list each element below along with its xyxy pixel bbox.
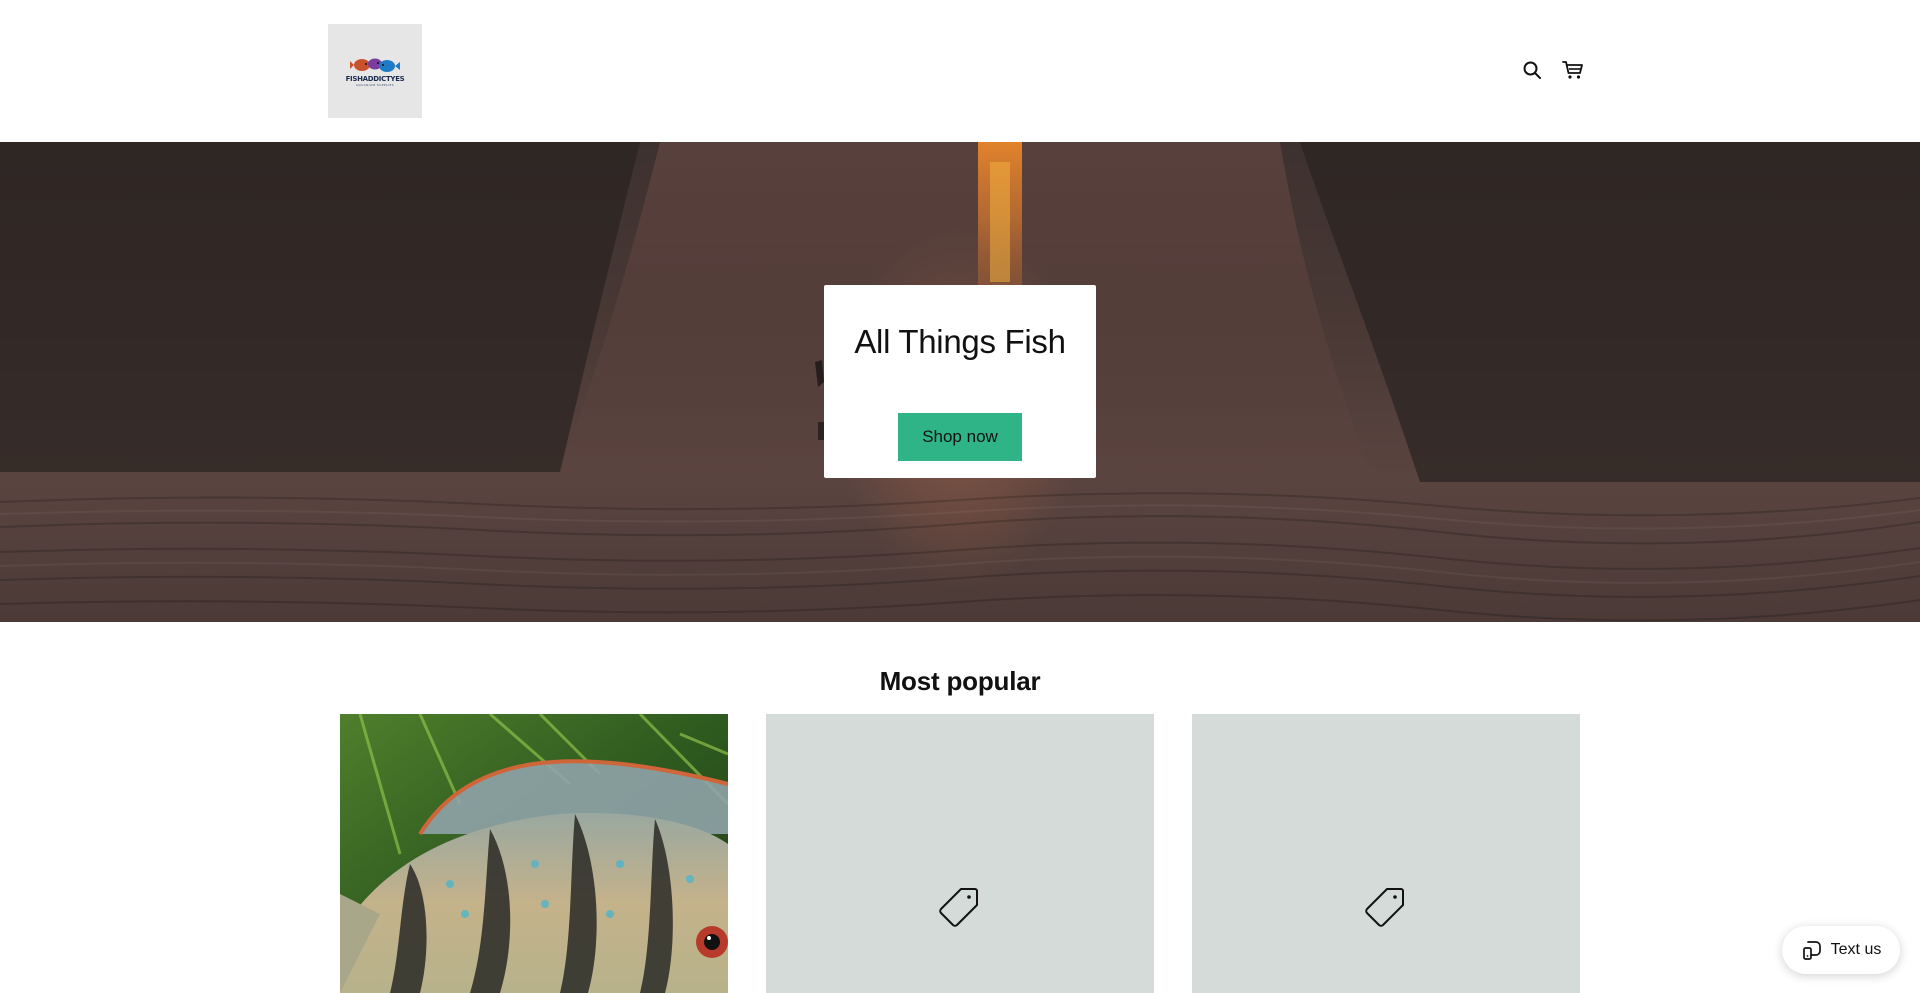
logo-fish-icon	[350, 58, 400, 72]
tag-icon	[939, 888, 978, 927]
search-icon	[1523, 61, 1541, 79]
cart-button[interactable]	[1560, 57, 1586, 83]
product-card-3[interactable]	[1192, 714, 1580, 993]
search-button[interactable]	[1519, 57, 1545, 83]
site-header: FISHADDICTYES AQUARIUM SUPPLIES	[0, 0, 1920, 142]
shop-now-button[interactable]: Shop now	[898, 413, 1022, 462]
tag-icon	[1365, 888, 1404, 927]
logo-mark: FISHADDICTYES AQUARIUM SUPPLIES	[346, 56, 405, 87]
store-logo[interactable]: FISHADDICTYES AQUARIUM SUPPLIES	[328, 24, 422, 118]
text-us-label: Text us	[1830, 941, 1882, 958]
logo-subtext: AQUARIUM SUPPLIES	[355, 82, 395, 87]
cichlid-fish-image	[340, 714, 728, 993]
hero-title: All Things Fish	[854, 323, 1066, 360]
section-title-most-popular: Most popular	[879, 666, 1041, 696]
logo-text: FISHADDICTYES	[345, 74, 405, 83]
chat-icon	[1802, 941, 1821, 960]
hero-card: All Things Fish Shop now	[824, 285, 1096, 478]
cart-icon	[1562, 61, 1583, 79]
product-card-2[interactable]	[766, 714, 1154, 993]
product-card-1[interactable]	[340, 714, 728, 993]
text-us-button[interactable]: Text us	[1782, 926, 1900, 974]
hero-banner: All Things Fish Shop now	[0, 142, 1920, 622]
